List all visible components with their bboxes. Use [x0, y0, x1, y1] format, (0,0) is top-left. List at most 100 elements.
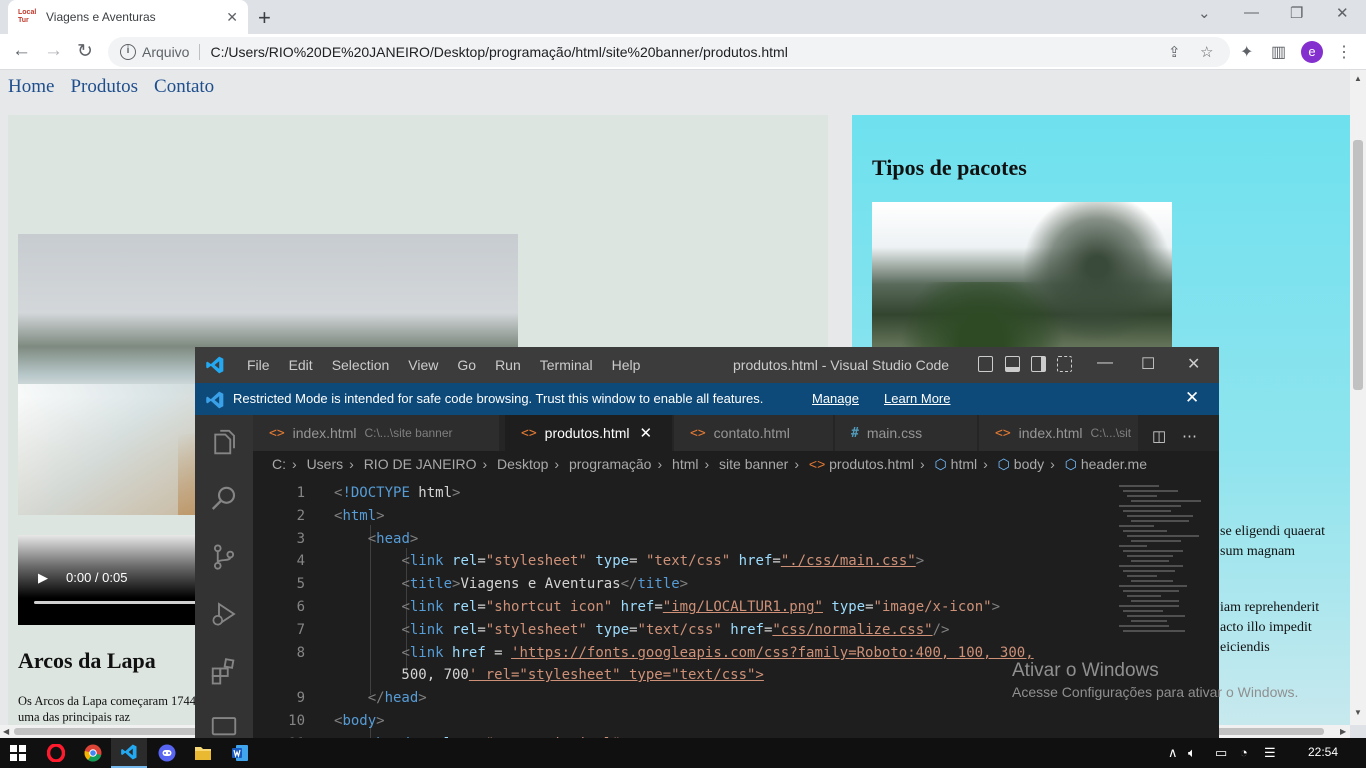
editor-scrollbar[interactable]	[1203, 481, 1219, 742]
vscode-minimize-button[interactable]: —	[1097, 354, 1113, 372]
tab-index-html-2[interactable]: <> index.html C:\...\sit	[979, 415, 1139, 451]
minimize-window-button[interactable]: —	[1244, 4, 1259, 21]
taskbar-vscode[interactable]	[111, 738, 147, 768]
taskbar-file-explorer[interactable]	[185, 738, 221, 768]
nav-link-contato[interactable]: Contato	[154, 76, 214, 98]
url-text[interactable]: C:/Users/RIO%20DE%20JANEIRO/Desktop/prog…	[210, 44, 787, 60]
taskbar-chrome[interactable]	[75, 738, 111, 768]
nav-link-home[interactable]: Home	[8, 76, 54, 98]
share-icon[interactable]: ⇪	[1168, 43, 1181, 61]
breadcrumb-item[interactable]: produtos.html	[829, 456, 914, 472]
breadcrumb-item[interactable]: header.me	[1081, 456, 1147, 472]
tab-contato-html[interactable]: <> contato.html	[674, 415, 834, 451]
scroll-left-arrow-icon[interactable]: ◀	[3, 727, 9, 736]
scroll-down-arrow-icon[interactable]: ▼	[1354, 708, 1362, 717]
breadcrumb-item[interactable]: Users	[307, 456, 344, 472]
taskbar-discord[interactable]	[149, 738, 185, 768]
tab-produtos-html[interactable]: <> produtos.html ✕	[505, 415, 673, 451]
battery-icon[interactable]: ▭	[1215, 745, 1227, 761]
vscode-logo-icon	[206, 356, 224, 374]
vertical-scrollbar[interactable]: ▲ ▼	[1350, 70, 1366, 725]
vscode-shield-icon	[206, 391, 224, 409]
new-tab-button[interactable]: +	[258, 5, 271, 31]
toggle-secondary-sidebar-icon[interactable]	[1031, 356, 1046, 372]
vertical-scroll-thumb[interactable]	[1353, 140, 1363, 390]
minimap-line	[1123, 590, 1179, 592]
tab-index-html[interactable]: <> index.html C:\...\site banner	[253, 415, 500, 451]
tab-main-css[interactable]: # main.css	[835, 415, 978, 451]
vscode-maximize-button[interactable]: ☐	[1141, 354, 1155, 374]
minimap-line	[1127, 535, 1199, 537]
close-tab-icon[interactable]: ✕	[226, 9, 238, 26]
keyboard-language-icon[interactable]: ☰	[1264, 745, 1276, 761]
close-tab-icon[interactable]: ✕	[639, 424, 652, 442]
breadcrumb-item[interactable]: programação	[569, 456, 652, 472]
start-button[interactable]	[0, 738, 36, 768]
back-arrow-icon[interactable]: ←	[12, 40, 31, 62]
breadcrumb-chevron-icon: ›	[657, 456, 663, 472]
scroll-up-arrow-icon[interactable]: ▲	[1354, 74, 1362, 83]
windows-activation-watermark: Ativar o Windows Acesse Configurações pa…	[1012, 660, 1298, 700]
menu-selection[interactable]: Selection	[332, 357, 390, 373]
profile-avatar[interactable]: e	[1301, 41, 1323, 63]
site-info-icon[interactable]: i	[120, 44, 136, 60]
forward-arrow-icon[interactable]: →	[44, 40, 63, 62]
toggle-primary-sidebar-icon[interactable]	[978, 356, 993, 372]
system-clock[interactable]: 22:54	[1308, 745, 1338, 759]
toggle-panel-icon[interactable]	[1005, 356, 1020, 372]
code-line: <link rel="shortcut icon" href="img/LOCA…	[401, 599, 1000, 615]
extensions-puzzle-icon[interactable]: ✦	[1240, 42, 1253, 62]
menu-edit[interactable]: Edit	[289, 357, 313, 373]
extensions-icon[interactable]	[209, 656, 239, 686]
breadcrumb-item[interactable]: body	[1014, 456, 1044, 472]
menu-file[interactable]: File	[247, 357, 270, 373]
breadcrumb-item[interactable]: C:	[272, 456, 286, 472]
browser-tab[interactable]: Local Tur Viagens e Aventuras ✕	[8, 0, 248, 34]
tab-path: C:\...\sit	[1090, 426, 1132, 440]
site-nav: Home Produtos Contato	[8, 76, 214, 98]
taskbar-opera[interactable]	[38, 738, 74, 768]
minimap-line	[1119, 485, 1159, 487]
minimap[interactable]	[1113, 481, 1203, 742]
play-icon[interactable]: ▶	[38, 570, 48, 586]
vscode-close-button[interactable]: ✕	[1187, 354, 1200, 374]
bookmark-star-icon[interactable]: ☆	[1200, 43, 1213, 61]
breadcrumb-item[interactable]: RIO DE JANEIRO	[364, 456, 477, 472]
reload-icon[interactable]: ↻	[77, 40, 93, 63]
customize-layout-icon[interactable]	[1057, 356, 1072, 372]
chrome-menu-icon[interactable]: ⋮	[1336, 42, 1352, 62]
split-editor-icon[interactable]: ◫	[1152, 427, 1166, 445]
learn-more-link[interactable]: Learn More	[884, 391, 950, 406]
volume-icon[interactable]: 🔈︎	[1188, 745, 1196, 761]
breadcrumb-item[interactable]: site banner	[719, 456, 788, 472]
show-hidden-icons-chevron-icon[interactable]: ∧	[1168, 745, 1178, 761]
menu-view[interactable]: View	[408, 357, 438, 373]
browser-tab-title: Viagens e Aventuras	[46, 10, 156, 24]
more-actions-icon[interactable]: ⋯	[1182, 427, 1197, 445]
restore-window-button[interactable]: ❐	[1290, 4, 1303, 22]
close-banner-icon[interactable]: ✕	[1185, 388, 1199, 408]
tab-search-icon[interactable]: ⌄	[1198, 4, 1211, 22]
wifi-icon[interactable]: ◔	[1240, 745, 1248, 760]
breadcrumb-item[interactable]: html	[951, 456, 977, 472]
code-editor[interactable]: 1 2 3 4 5 6 7 8 9 10 11 12 <!DOCTYPE htm…	[253, 481, 1113, 742]
source-control-icon[interactable]	[209, 542, 239, 572]
windows-logo-icon	[10, 745, 26, 761]
close-window-button[interactable]: ✕	[1336, 4, 1349, 22]
breadcrumb-item[interactable]: Desktop	[497, 456, 548, 472]
explorer-icon[interactable]	[209, 427, 239, 457]
nav-link-produtos[interactable]: Produtos	[70, 76, 138, 98]
search-icon[interactable]	[209, 484, 239, 514]
breadcrumb-item[interactable]: html	[672, 456, 698, 472]
taskbar-word[interactable]	[222, 738, 258, 768]
address-bar[interactable]: i Arquivo C:/Users/RIO%20DE%20JANEIRO/De…	[108, 37, 1230, 67]
menu-go[interactable]: Go	[457, 357, 476, 373]
menu-terminal[interactable]: Terminal	[540, 357, 593, 373]
side-panel-icon[interactable]: ▥	[1271, 42, 1286, 62]
scroll-right-arrow-icon[interactable]: ▶	[1340, 727, 1346, 736]
run-debug-icon[interactable]	[209, 599, 239, 629]
menu-help[interactable]: Help	[612, 357, 641, 373]
manage-link[interactable]: Manage	[812, 391, 859, 406]
aside-text-line: iam reprehenderit	[1220, 600, 1320, 615]
menu-run[interactable]: Run	[495, 357, 521, 373]
